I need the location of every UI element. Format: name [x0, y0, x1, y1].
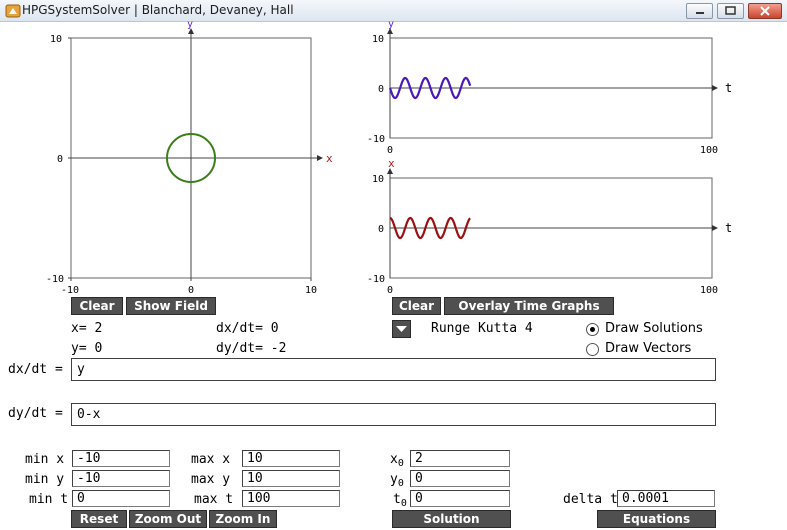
min-t-label: min t [29, 492, 69, 507]
y-graph-tick-top: 10 [372, 34, 384, 45]
phase-tick-origin-x: 0 [188, 285, 194, 296]
x0-field[interactable]: 2 [410, 450, 510, 467]
phase-y-label: y [187, 20, 193, 30]
y-graph-t-label: t [725, 81, 732, 95]
clear-time-button[interactable]: Clear [392, 297, 441, 315]
zoom-out-button[interactable]: Zoom Out [129, 510, 207, 528]
y-graph-tick-bottom: -10 [367, 134, 385, 145]
max-y-label: max y [191, 472, 231, 487]
draw-vectors-label: Draw Vectors [605, 341, 692, 356]
dydt-equation-field[interactable]: 0-x [71, 403, 716, 426]
x-graph-tick-t-end: 100 [700, 285, 718, 296]
x-graph-tick-top: 10 [372, 174, 384, 185]
max-x-label: max x [191, 452, 231, 467]
y0-field[interactable]: 0 [410, 470, 510, 487]
phase-tick-top: 10 [50, 34, 62, 45]
method-selected: Runge Kutta 4 [431, 321, 533, 336]
close-icon [760, 6, 770, 16]
y-graph-tick-mid: 0 [378, 84, 384, 95]
close-button[interactable] [748, 3, 782, 19]
chevron-down-icon [396, 326, 407, 332]
x-graph-tick-mid: 0 [378, 224, 384, 235]
phase-tick-origin-y: 0 [57, 154, 63, 165]
minimize-icon [696, 12, 704, 14]
phase-tick-bottom: -10 [46, 274, 64, 285]
x-readout: x= 2 [71, 321, 103, 336]
window-title: HPGSystemSolver | Blanchard, Devaney, Ha… [22, 3, 294, 17]
dxdt-readout: dx/dt= 0 [216, 321, 279, 336]
max-y-field[interactable]: 10 [242, 470, 340, 487]
app-icon [5, 4, 21, 18]
dydt-equation-label: dy/dt = [8, 406, 63, 421]
solution-button[interactable]: Solution [392, 510, 511, 528]
dxdt-equation-label: dx/dt = [8, 362, 63, 377]
minimize-button[interactable] [686, 3, 713, 19]
maximize-icon [725, 6, 736, 15]
dydt-readout: dy/dt= -2 [216, 341, 287, 356]
x0-label: x0 [390, 452, 404, 469]
reset-button[interactable]: Reset [71, 510, 127, 528]
maximize-button[interactable] [717, 3, 744, 19]
delta-t-field[interactable]: 0.0001 [617, 490, 715, 507]
phase-plane-plot[interactable]: y x 10 0 -10 -10 0 10 [40, 20, 340, 298]
x-time-graph[interactable]: x t 10 0 -10 0 100 [362, 158, 742, 298]
min-y-label: min y [25, 472, 65, 487]
min-x-field[interactable]: -10 [72, 450, 170, 467]
draw-vectors-radio[interactable] [586, 343, 599, 356]
y-readout: y= 0 [71, 341, 103, 356]
y-time-graph[interactable]: y t 10 0 -10 0 100 [362, 18, 742, 158]
y-graph-tick-t-start: 0 [387, 145, 393, 156]
t0-field[interactable]: 0 [410, 490, 510, 507]
overlay-time-graphs-button[interactable]: Overlay Time Graphs [444, 297, 614, 315]
x-graph-tick-t-start: 0 [387, 285, 393, 296]
clear-phase-button[interactable]: Clear [71, 297, 123, 315]
phase-x-label: x [326, 152, 333, 165]
draw-solutions-radio[interactable] [586, 323, 599, 336]
method-dropdown-button[interactable] [392, 320, 411, 338]
delta-t-label: delta t [563, 492, 618, 507]
min-y-field[interactable]: -10 [72, 470, 170, 487]
max-x-field[interactable]: 10 [242, 450, 340, 467]
max-t-label: max t [194, 492, 234, 507]
min-t-field[interactable]: 0 [72, 490, 170, 507]
x-graph-axis-label: x [388, 158, 395, 170]
zoom-in-button[interactable]: Zoom In [209, 510, 277, 528]
y-graph-tick-t-end: 100 [700, 145, 718, 156]
show-field-button[interactable]: Show Field [126, 297, 216, 315]
x-graph-tick-bottom: -10 [367, 274, 385, 285]
equations-button[interactable]: Equations [597, 510, 716, 528]
max-t-field[interactable]: 100 [242, 490, 340, 507]
y0-label: y0 [390, 472, 404, 489]
phase-tick-left: -10 [61, 285, 79, 296]
min-x-label: min x [25, 452, 65, 467]
x-graph-t-label: t [725, 221, 732, 235]
phase-tick-right: 10 [305, 285, 317, 296]
draw-solutions-label: Draw Solutions [605, 321, 703, 336]
y-graph-axis-label: y [388, 19, 394, 30]
t0-label: t0 [393, 492, 407, 509]
dxdt-equation-field[interactable]: y [71, 358, 716, 381]
